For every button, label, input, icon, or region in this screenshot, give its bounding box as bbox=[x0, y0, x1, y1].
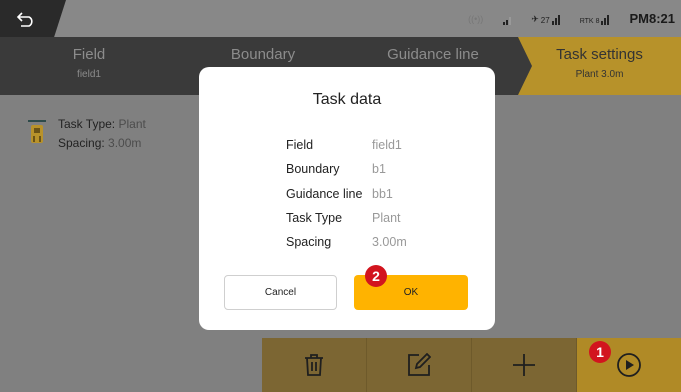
task-type-value: Plant bbox=[118, 117, 146, 131]
row-key: Guidance line bbox=[286, 186, 363, 201]
task-data-dialog: Task data Field field1 Boundary b1 Guidanc… bbox=[199, 67, 495, 330]
step-badge-1: 1 bbox=[589, 341, 611, 363]
task-summary-text: Task Type: Plant Spacing: 3.00m bbox=[58, 117, 146, 150]
dialog-title: Task data bbox=[312, 91, 382, 108]
delete-button[interactable] bbox=[262, 338, 367, 392]
add-icon bbox=[513, 354, 535, 376]
tab-field[interactable]: Field field1 bbox=[0, 37, 178, 95]
tractor-icon bbox=[26, 117, 50, 145]
spacing-label: Spacing: bbox=[58, 136, 105, 150]
row-key: Spacing bbox=[286, 235, 332, 250]
status-icons: ((•)) ✈ 27 RTK 8 PM8:21 bbox=[468, 0, 675, 37]
bottom-toolbar: 1 bbox=[262, 338, 681, 392]
tab-task-settings[interactable]: Task settings Plant 3.0m bbox=[518, 37, 681, 95]
satellite-icon: ✈ bbox=[531, 13, 539, 24]
row-key: Boundary bbox=[286, 162, 340, 177]
network-icon: ((•)) bbox=[468, 13, 484, 24]
step-title: Boundary bbox=[230, 46, 296, 63]
task-data-list: Field field1 Boundary b1 Guidance line bb1 … bbox=[286, 133, 407, 254]
list-item: Spacing 3.00m bbox=[286, 230, 407, 254]
play-icon bbox=[617, 353, 641, 377]
start-button[interactable]: 1 bbox=[577, 338, 681, 392]
back-button[interactable] bbox=[0, 0, 66, 37]
satellite-signal-icon bbox=[551, 13, 560, 25]
row-value: field1 bbox=[372, 138, 402, 153]
task-type-label: Task Type: bbox=[58, 117, 116, 131]
task-summary[interactable]: Task Type: Plant Spacing: 3.00m bbox=[26, 117, 146, 150]
clock: PM8:21 bbox=[629, 11, 675, 26]
rtk-count: 8 bbox=[595, 17, 600, 25]
list-item: Task Type Plant bbox=[286, 206, 407, 230]
row-key: Field bbox=[286, 138, 314, 153]
satellite-count: 27 bbox=[540, 15, 550, 25]
step-subtitle: Plant 3.0m bbox=[575, 69, 624, 80]
row-key: Task Type bbox=[286, 211, 343, 226]
list-item: Field field1 bbox=[286, 133, 407, 157]
step-badge-2: 2 bbox=[365, 265, 387, 287]
signal-icon bbox=[503, 13, 512, 25]
step-title: Task settings bbox=[556, 46, 643, 63]
cancel-button[interactable]: Cancel bbox=[224, 275, 337, 310]
spacing-value: 3.00m bbox=[108, 136, 142, 150]
add-button[interactable] bbox=[472, 338, 577, 392]
edit-button[interactable] bbox=[367, 338, 472, 392]
row-value: bb1 bbox=[372, 186, 393, 201]
status-bar: ((•)) ✈ 27 RTK 8 PM8:21 bbox=[0, 0, 681, 37]
edit-icon bbox=[408, 353, 431, 376]
rtk-indicator: RTK 8 bbox=[580, 13, 610, 25]
task-type-line: Task Type: Plant bbox=[58, 117, 146, 131]
row-value: Plant bbox=[372, 211, 401, 226]
step-title: Field bbox=[72, 46, 106, 63]
rtk-signal-icon bbox=[601, 13, 610, 25]
rtk-label: RTK bbox=[579, 17, 594, 25]
back-icon bbox=[16, 11, 33, 27]
step-title: Guidance line bbox=[387, 46, 479, 63]
trash-icon bbox=[305, 354, 323, 376]
row-value: 3.00m bbox=[372, 235, 407, 250]
satellite-indicator: ✈ 27 bbox=[531, 13, 560, 25]
spacing-line: Spacing: 3.00m bbox=[58, 136, 146, 150]
step-subtitle: field1 bbox=[77, 69, 101, 80]
list-item: Guidance line bb1 bbox=[286, 182, 407, 206]
list-item: Boundary b1 bbox=[286, 157, 407, 181]
row-value: b1 bbox=[372, 162, 386, 177]
